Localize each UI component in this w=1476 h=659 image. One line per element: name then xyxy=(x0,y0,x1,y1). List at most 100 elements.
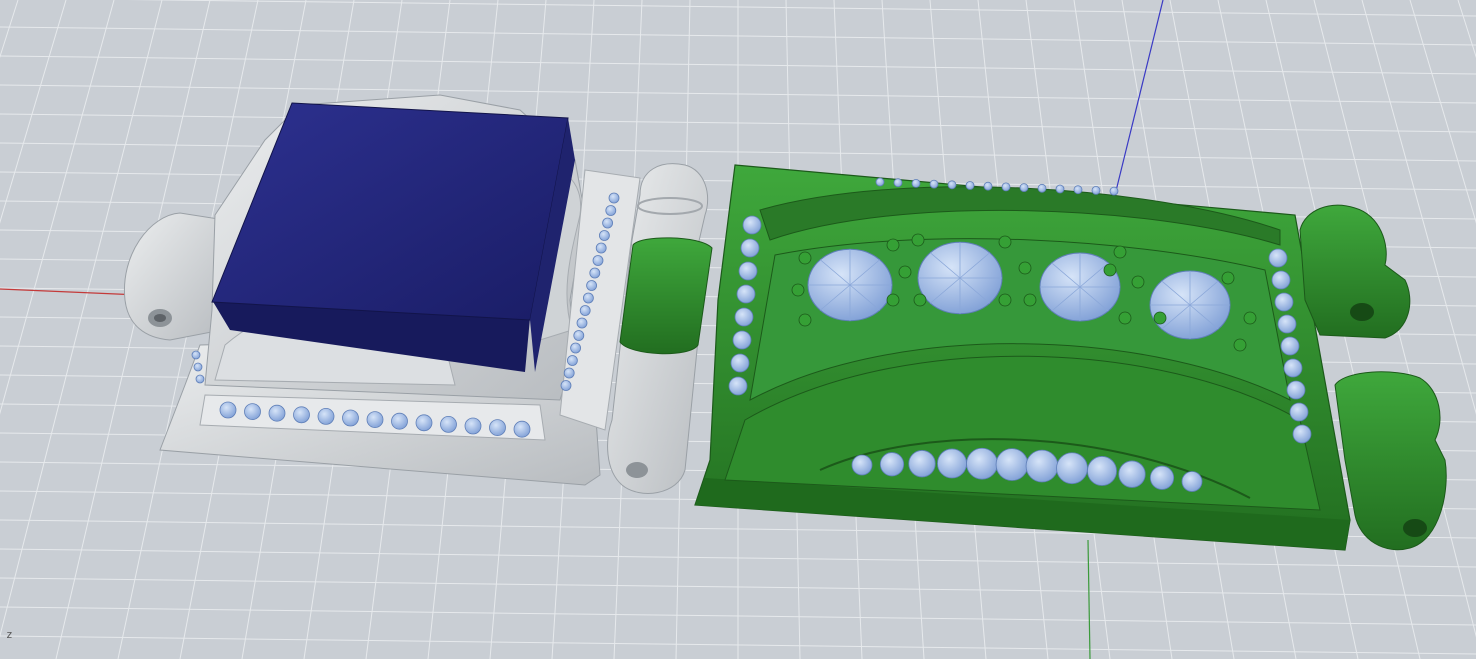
gem xyxy=(738,261,758,281)
silver-cylinder-hole xyxy=(626,462,648,478)
gem xyxy=(911,178,921,188)
gem xyxy=(567,355,578,366)
prong xyxy=(1153,311,1167,325)
gem xyxy=(995,448,1029,481)
gem xyxy=(1037,183,1047,193)
gem xyxy=(1289,402,1309,422)
gem xyxy=(513,420,531,438)
gem xyxy=(966,447,998,480)
prong xyxy=(791,283,805,297)
prong xyxy=(886,293,900,307)
prong xyxy=(1113,245,1127,259)
gem xyxy=(1274,292,1294,312)
gem xyxy=(736,284,756,304)
gem xyxy=(560,380,572,391)
green-hinge-lower-hole xyxy=(1403,519,1427,537)
y-axis-line xyxy=(1087,539,1091,659)
gem xyxy=(893,178,903,188)
gem xyxy=(732,330,752,350)
gem xyxy=(937,448,967,479)
gem xyxy=(1087,456,1117,486)
prong xyxy=(1023,293,1037,307)
prong xyxy=(913,293,927,307)
gem xyxy=(947,180,957,190)
grid-line xyxy=(0,0,163,638)
gem xyxy=(366,411,384,429)
green-hinge-collar xyxy=(619,237,713,355)
prong xyxy=(998,235,1012,249)
gem xyxy=(268,404,286,422)
gem xyxy=(589,267,601,279)
gem xyxy=(728,376,748,396)
grid-line xyxy=(1457,0,1476,59)
prong xyxy=(798,251,812,265)
green-clasp-model[interactable] xyxy=(619,164,1447,551)
gem xyxy=(1001,182,1011,192)
gem xyxy=(440,415,457,433)
gem xyxy=(293,406,310,424)
green-hinge-upper-hole xyxy=(1350,303,1374,321)
gem xyxy=(1149,465,1175,490)
gem xyxy=(599,230,610,241)
gem xyxy=(742,215,762,235)
gem xyxy=(983,181,993,191)
gem xyxy=(1280,336,1300,356)
prong xyxy=(1103,263,1117,277)
grid-line xyxy=(0,0,115,415)
gem xyxy=(1181,471,1203,492)
gem xyxy=(195,374,205,384)
prong xyxy=(1131,275,1145,289)
gem xyxy=(608,192,620,204)
gem xyxy=(583,292,594,304)
gem xyxy=(1292,424,1312,444)
gem xyxy=(1277,314,1297,334)
axis-indicator-z: z xyxy=(6,628,13,641)
prong xyxy=(798,313,812,327)
gem xyxy=(595,242,607,254)
gem xyxy=(605,205,617,216)
gem xyxy=(1271,270,1291,290)
prong xyxy=(1018,261,1032,275)
grid-line xyxy=(0,0,19,59)
gem xyxy=(875,177,885,187)
gem xyxy=(586,280,597,291)
gem xyxy=(602,217,613,229)
gem xyxy=(1283,358,1303,378)
prong xyxy=(1118,311,1132,325)
gem xyxy=(730,353,750,373)
gem xyxy=(1055,184,1065,194)
gem xyxy=(576,317,588,329)
gem xyxy=(965,181,975,190)
prong xyxy=(1243,311,1257,325)
gem xyxy=(193,362,203,372)
gem xyxy=(570,342,581,354)
prong xyxy=(911,233,925,247)
gem xyxy=(219,401,237,419)
3d-viewport[interactable]: z xyxy=(0,0,1476,659)
gem xyxy=(415,414,433,432)
gem xyxy=(391,412,408,430)
gem xyxy=(1025,449,1059,483)
prong xyxy=(886,238,900,252)
prong xyxy=(1233,338,1247,352)
grid-line xyxy=(1409,0,1476,224)
gem xyxy=(342,409,359,427)
gem xyxy=(579,305,591,316)
gem xyxy=(191,350,201,360)
green-hinge-lower xyxy=(1334,371,1447,551)
gem xyxy=(464,417,482,435)
gem xyxy=(1286,380,1306,400)
gem xyxy=(573,330,585,341)
gem xyxy=(317,407,335,425)
silver-top-block xyxy=(211,102,569,321)
viewport-canvas[interactable] xyxy=(0,0,1476,659)
gem xyxy=(908,450,936,478)
gem xyxy=(929,179,939,189)
gem xyxy=(879,452,905,477)
silver-clasp-model[interactable] xyxy=(123,94,709,494)
gem xyxy=(740,238,760,258)
silver-hinge-hole-inner xyxy=(154,314,166,322)
gem xyxy=(489,419,506,437)
gem xyxy=(244,403,261,421)
prong xyxy=(998,293,1012,307)
